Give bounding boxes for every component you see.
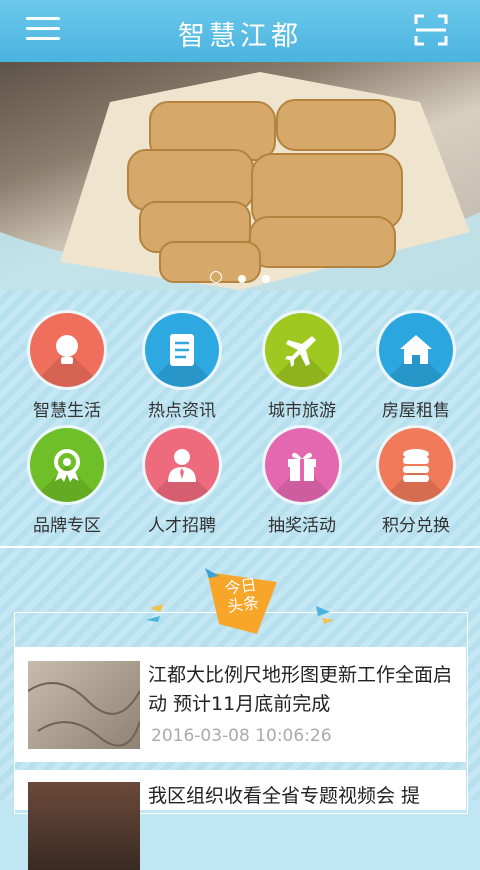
- app-title: 智慧江都: [178, 21, 302, 52]
- carousel-dot[interactable]: [210, 271, 222, 283]
- coins-icon: [379, 428, 453, 502]
- airplane-icon: [265, 313, 339, 387]
- service-housing[interactable]: 房屋租售: [356, 313, 476, 421]
- banner-image: [0, 72, 480, 290]
- service-points-exchange[interactable]: 积分兑换: [356, 428, 476, 536]
- service-label: 城市旅游: [268, 401, 336, 421]
- news-item[interactable]: 我区组织收看全省专题视频会 提: [14, 770, 466, 870]
- service-label: 智慧生活: [33, 401, 101, 421]
- banner-carousel[interactable]: [0, 62, 480, 290]
- award-icon: [30, 428, 104, 502]
- service-city-travel[interactable]: 城市旅游: [242, 313, 362, 421]
- service-label: 品牌专区: [33, 516, 101, 536]
- carousel-indicators: [0, 268, 480, 287]
- app-header: 智慧江都: [0, 0, 480, 62]
- news-item[interactable]: 江都大比例尺地形图更新工作全面启动 预计11月底前完成 2016-03-08 1…: [14, 647, 466, 762]
- lightbulb-icon: [30, 313, 104, 387]
- service-lottery[interactable]: 抽奖活动: [242, 428, 362, 536]
- house-icon: [379, 313, 453, 387]
- service-brand-zone[interactable]: 品牌专区: [7, 428, 127, 536]
- service-recruitment[interactable]: 人才招聘: [122, 428, 242, 536]
- service-hot-news[interactable]: 热点资讯: [122, 313, 242, 421]
- news-time: 2016-03-08 10:06:26: [151, 726, 332, 746]
- service-label: 热点资讯: [148, 401, 216, 421]
- news-title: 江都大比例尺地形图更新工作全面启动 预计11月底前完成: [148, 664, 453, 715]
- service-label: 人才招聘: [148, 516, 216, 536]
- service-smart-life[interactable]: 智慧生活: [7, 313, 127, 421]
- document-icon: [145, 313, 219, 387]
- service-label: 抽奖活动: [268, 516, 336, 536]
- carousel-dot[interactable]: [262, 275, 270, 283]
- news-thumbnail: [27, 661, 141, 749]
- person-icon: [145, 428, 219, 502]
- scan-icon[interactable]: [414, 14, 448, 46]
- carousel-dot[interactable]: [238, 275, 246, 283]
- news-thumbnail: [28, 782, 140, 870]
- today-headlines-badge: 今日 头条: [205, 568, 279, 640]
- service-label: 积分兑换: [382, 516, 450, 536]
- service-label: 房屋租售: [382, 401, 450, 421]
- news-title: 我区组织收看全省专题视频会 提: [148, 785, 421, 807]
- gift-icon: [265, 428, 339, 502]
